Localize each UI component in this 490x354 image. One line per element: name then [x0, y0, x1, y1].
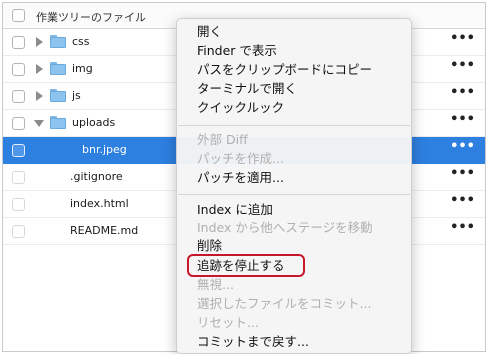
menu-item-move-stage: Index から他へステージを移動	[197, 220, 373, 235]
file-checkbox[interactable]	[12, 117, 25, 130]
file-name: bnr.jpeg	[82, 143, 127, 156]
menu-item-revert-to-commit[interactable]: コミットまで戻す...	[197, 333, 309, 351]
file-name: .gitignore	[70, 170, 123, 183]
more-options-icon[interactable]: •••	[450, 58, 475, 73]
more-options-icon[interactable]: •••	[450, 31, 475, 46]
file-checkbox[interactable]	[12, 144, 25, 157]
file-name: index.html	[70, 197, 129, 210]
more-options-icon[interactable]: •••	[450, 85, 475, 100]
more-options-icon[interactable]: •••	[450, 166, 475, 181]
menu-separator	[178, 125, 410, 126]
disclosure-triangle-expanded-icon[interactable]	[34, 120, 44, 127]
menu-item-delete[interactable]: 削除	[197, 237, 222, 255]
file-name: css	[72, 35, 90, 48]
file-checkbox[interactable]	[12, 36, 25, 49]
menu-item-reset: リセット...	[197, 315, 259, 330]
menu-item-apply-patch[interactable]: パッチを適用...	[197, 169, 284, 187]
folder-icon	[50, 62, 66, 75]
more-options-icon[interactable]: •••	[450, 193, 475, 208]
more-options-icon[interactable]: •••	[450, 139, 475, 154]
menu-item-external-diff: 外部 Diff	[197, 132, 248, 147]
menu-item-open-in-terminal[interactable]: ターミナルで開く	[197, 80, 297, 98]
file-name: uploads	[72, 116, 116, 129]
file-name: img	[72, 62, 93, 75]
menu-item-open[interactable]: 開く	[197, 23, 222, 41]
file-list-title: 作業ツリーのファイル	[36, 11, 146, 24]
highlight-annotation	[187, 254, 305, 277]
select-all-checkbox[interactable]	[12, 9, 25, 22]
menu-separator	[178, 194, 410, 195]
menu-item-copy-path[interactable]: パスをクリップボードにコピー	[197, 61, 372, 79]
menu-item-show-in-finder[interactable]: Finder で表示	[197, 42, 277, 60]
more-options-icon[interactable]: •••	[450, 112, 475, 127]
file-checkbox[interactable]	[12, 171, 25, 184]
file-checkbox[interactable]	[12, 63, 25, 76]
file-checkbox[interactable]	[12, 90, 25, 103]
folder-icon	[50, 89, 66, 102]
menu-item-create-patch: パッチを作成...	[197, 151, 284, 166]
file-name: README.md	[70, 224, 139, 237]
menu-item-quick-look[interactable]: クイックルック	[197, 99, 284, 117]
disclosure-triangle-icon[interactable]	[36, 64, 43, 74]
folder-icon	[50, 116, 66, 129]
file-name: js	[72, 89, 81, 102]
more-options-icon[interactable]: •••	[450, 220, 475, 235]
menu-item-ignore: 無視...	[197, 277, 234, 292]
context-menu: 開く Finder で表示 パスをクリップボードにコピー ターミナルで開く クイ…	[176, 18, 412, 354]
disclosure-triangle-icon[interactable]	[36, 37, 43, 47]
disclosure-triangle-icon[interactable]	[36, 91, 43, 101]
folder-icon	[50, 35, 66, 48]
file-checkbox[interactable]	[12, 198, 25, 211]
file-checkbox[interactable]	[12, 225, 25, 238]
menu-item-add-to-index[interactable]: Index に追加	[197, 201, 273, 219]
menu-item-commit-selected: 選択したファイルをコミット...	[197, 296, 372, 311]
